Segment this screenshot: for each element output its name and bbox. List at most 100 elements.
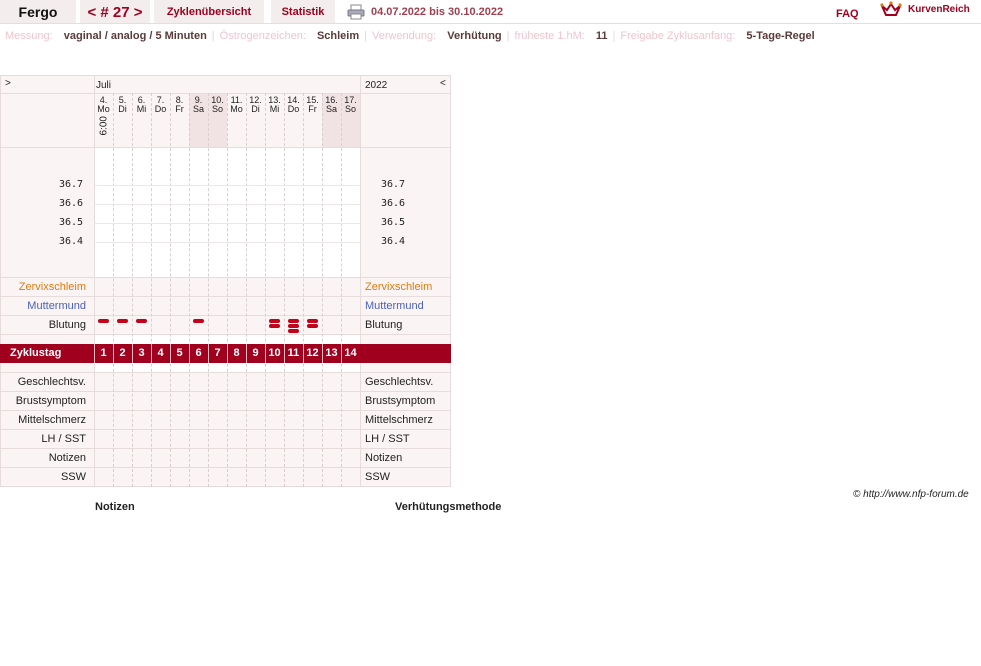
bleeding-mark[interactable]: [307, 319, 318, 323]
cycle-day-number: 14: [344, 347, 357, 359]
cycle-day-number: 6: [195, 347, 202, 359]
day-header[interactable]: 5. Di: [113, 96, 132, 114]
cycle-day-divider: [246, 344, 247, 363]
day-header[interactable]: 14. Do: [284, 96, 303, 114]
day-header[interactable]: 6. Mi: [132, 96, 151, 114]
temperature-label-right: 36.4: [381, 236, 406, 247]
cycle-day-divider: [151, 344, 152, 363]
estrogen-value: Schleim: [316, 30, 360, 42]
cycle-chart: > Juli 2022 < 4. Mo 5. Di 6. Mi 7. Do 8. Fr 9. Sa 10…: [0, 75, 451, 487]
measure-time: 6:00: [98, 116, 110, 136]
faq-link[interactable]: FAQ: [836, 8, 859, 20]
weekday: Sa: [192, 104, 204, 114]
bleeding-mark[interactable]: [307, 324, 318, 328]
temperature-gridline: [94, 185, 360, 186]
day-column-divider: [189, 93, 190, 487]
bleeding-mark[interactable]: [269, 319, 280, 323]
printer-icon[interactable]: [347, 4, 365, 20]
use-value: Verhütung: [447, 30, 502, 42]
cycle-day-label: Zyklustag: [10, 347, 62, 359]
lh-row-label: LH / SST: [41, 433, 86, 445]
bleeding-mark[interactable]: [98, 319, 109, 323]
cycle-day-number: 12: [306, 347, 319, 359]
day-column-divider: [341, 93, 342, 487]
weekday: Di: [118, 104, 127, 114]
cycle-day-divider: [322, 344, 323, 363]
notes-title: Notizen: [95, 501, 135, 513]
year-label: 2022: [365, 80, 388, 91]
temperature-label-right: 36.6: [381, 198, 406, 209]
tab-cycle-overview[interactable]: Zyklenübersicht: [154, 0, 264, 24]
day-column-divider: [303, 93, 304, 487]
breast-row-label-right: Brustsymptom: [365, 395, 436, 407]
day-header[interactable]: 17. So: [341, 96, 360, 114]
cycle-day-divider: [341, 344, 342, 363]
tab-statistics[interactable]: Statistik: [271, 0, 335, 24]
cycle-day-number: 5: [176, 347, 183, 359]
measure-label: Messung:: [5, 30, 53, 42]
day-header[interactable]: 13. Mi: [265, 96, 284, 114]
measure-value: vaginal / analog / 5 Minuten: [63, 30, 207, 42]
user-name[interactable]: Fergo: [0, 0, 76, 24]
cycle-day-number: 13: [325, 347, 338, 359]
method-title: Verhütungsmethode: [395, 501, 502, 513]
cycle-day-bar: Zyklustag 1 2 3 4 5 6 7 8 9 10 11 12 13 14: [0, 344, 451, 363]
estrogen-label: Östrogenzeichen:: [219, 30, 306, 42]
day-header[interactable]: 12. Di: [246, 96, 265, 114]
earliest-value: 11: [595, 30, 608, 42]
temperature-label: 36.4: [59, 236, 84, 247]
weekday: Di: [251, 104, 260, 114]
next-nav-button[interactable]: <: [440, 78, 446, 89]
cycle-navigation[interactable]: < # 27 >: [80, 0, 150, 24]
temperature-label: 36.7: [59, 179, 84, 190]
day-column-divider: [246, 93, 247, 487]
ssw-row-label-right: SSW: [365, 471, 391, 483]
day-header[interactable]: 7. Do: [151, 96, 170, 114]
weekday: Fr: [175, 104, 184, 114]
midpain-row-label: Mittelschmerz: [18, 414, 86, 426]
day-column-divider: [284, 93, 285, 487]
day-header[interactable]: 11. Mo: [227, 96, 246, 114]
bleeding-mark[interactable]: [193, 319, 204, 323]
bleeding-mark[interactable]: [288, 329, 299, 333]
cycle-day-divider: [113, 344, 114, 363]
prev-nav-button[interactable]: >: [5, 78, 11, 89]
day-header[interactable]: 9. Sa: [189, 96, 208, 114]
logo-text[interactable]: KurvenReich: [908, 4, 970, 15]
bleeding-mark[interactable]: [117, 319, 128, 323]
crown-logo-icon[interactable]: [880, 1, 902, 19]
weekday: Mo: [97, 104, 110, 114]
day-header[interactable]: 15. Fr: [303, 96, 322, 114]
temperature-label-right: 36.7: [381, 179, 406, 190]
temperature-label-right: 36.5: [381, 217, 406, 228]
cervix-row-label-right: Muttermund: [365, 300, 424, 312]
weekday: Fr: [308, 104, 317, 114]
bleeding-mark[interactable]: [136, 319, 147, 323]
day-column-divider: [151, 93, 152, 487]
day-header[interactable]: 4. Mo: [94, 96, 113, 114]
notes-row-label: Notizen: [48, 452, 86, 464]
intercourse-row-label: Geschlechtsv.: [17, 376, 86, 388]
cycle-day-divider: [303, 344, 304, 363]
weekday: Mo: [230, 104, 243, 114]
day-header[interactable]: 10. So: [208, 96, 227, 114]
weekday: Mi: [136, 104, 147, 114]
day-column-divider: [132, 93, 133, 487]
cycle-day-number: 10: [268, 347, 281, 359]
bleeding-mark[interactable]: [288, 319, 299, 323]
weekday: Do: [154, 104, 167, 114]
earliest-label: früheste 1.hM:: [514, 30, 585, 42]
day-header[interactable]: 16. Sa: [322, 96, 341, 114]
temperature-gridline: [94, 223, 360, 224]
temperature-gridline: [94, 204, 360, 205]
mucus-row-label-right: Zervixschleim: [365, 281, 433, 293]
bleeding-mark[interactable]: [269, 324, 280, 328]
weekday: So: [344, 104, 356, 114]
month-label: Juli: [96, 80, 112, 91]
bleeding-mark[interactable]: [288, 324, 299, 328]
day-header[interactable]: 8. Fr: [170, 96, 189, 114]
release-label: Freigabe Zyklusanfang:: [620, 30, 736, 42]
notes-row-label-right: Notizen: [365, 452, 403, 464]
breast-row-label: Brustsymptom: [15, 395, 86, 407]
cycle-day-number: 7: [214, 347, 221, 359]
